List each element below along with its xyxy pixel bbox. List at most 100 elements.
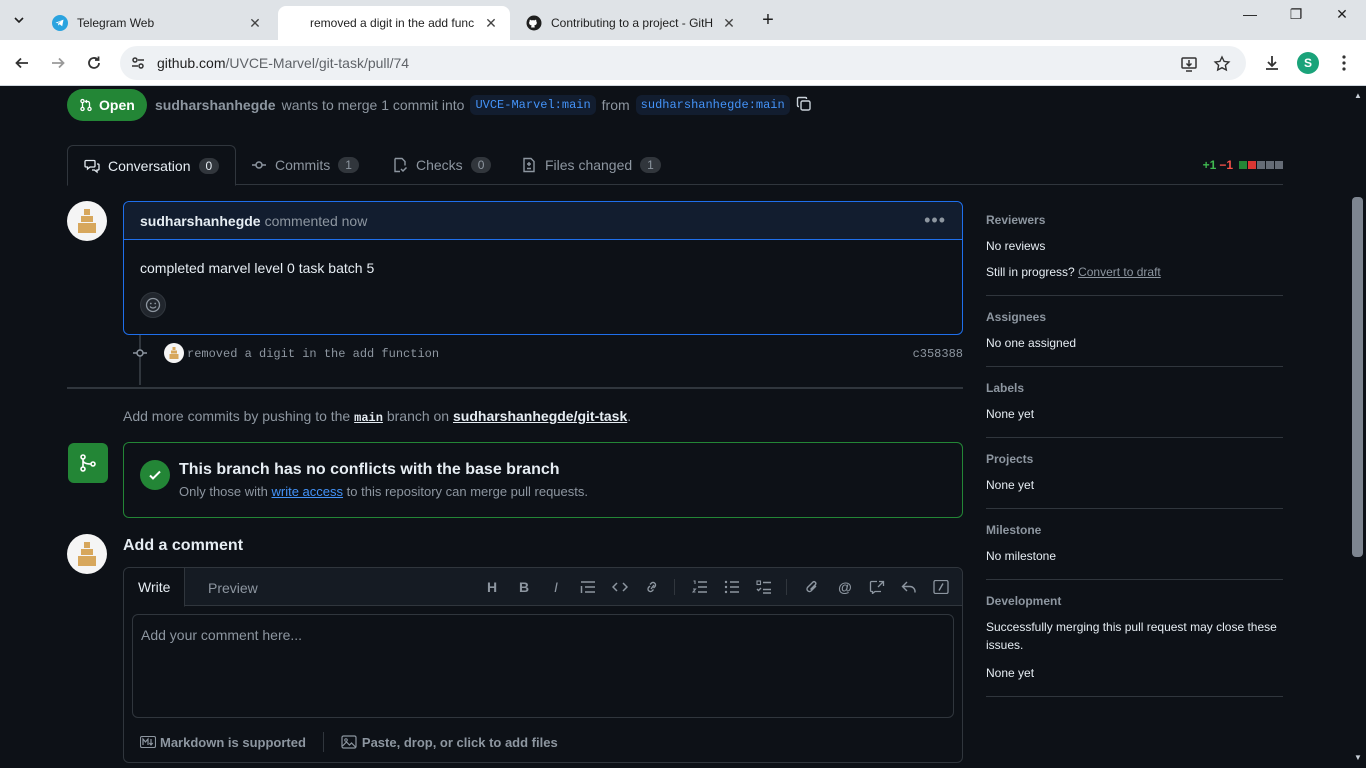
comment-textarea[interactable]: Add your comment here... <box>132 614 954 718</box>
base-branch[interactable]: UVCE-Marvel:main <box>470 95 596 115</box>
browser-tab-pr[interactable]: removed a digit in the add func ✕ <box>278 6 510 40</box>
commit-message-link[interactable]: removed a digit in the add function <box>187 347 439 361</box>
attach-files-button[interactable]: Paste, drop, or click to add files <box>362 735 558 750</box>
italic-icon[interactable]: I <box>546 578 566 596</box>
mention-icon[interactable]: @ <box>835 578 855 596</box>
tab-label: Files changed <box>545 157 633 173</box>
avatar[interactable] <box>67 534 107 574</box>
write-tab[interactable]: Write <box>124 568 186 607</box>
tab-files-changed[interactable]: Files changed 1 <box>505 145 677 185</box>
paperclip-icon[interactable] <box>803 578 823 596</box>
markdown-icon <box>140 736 156 748</box>
profile-avatar[interactable]: S <box>1297 52 1319 74</box>
tab-counter: 0 <box>470 157 492 173</box>
avatar[interactable] <box>164 343 184 363</box>
head-branch[interactable]: sudharshanhegde:main <box>635 95 790 115</box>
browser-tab-telegram[interactable]: Telegram Web ✕ <box>38 6 274 40</box>
preview-tab[interactable]: Preview <box>194 568 272 607</box>
pr-state-badge: Open <box>67 89 147 121</box>
bookmark-star-icon[interactable] <box>1212 54 1232 74</box>
assignees-heading[interactable]: Assignees <box>986 310 1283 324</box>
markdown-supported-link[interactable]: Markdown is supported <box>160 735 306 750</box>
add-comment-heading: Add a comment <box>123 537 244 554</box>
task-list-icon[interactable] <box>754 578 774 596</box>
downloads-icon[interactable] <box>1261 52 1283 74</box>
pr-sidebar: Reviewers No reviews Still in progress? … <box>986 213 1283 711</box>
comment-editor: Write Preview H B I @ Add your comment h… <box>123 567 963 763</box>
page-content: Open sudharshanhegde wants to merge 1 co… <box>0 87 1350 768</box>
forward-button[interactable] <box>47 52 69 74</box>
write-access-link[interactable]: write access <box>272 484 344 499</box>
draft-row: Still in progress? Convert to draft <box>986 263 1283 281</box>
image-icon <box>341 735 357 749</box>
quote-icon[interactable] <box>578 578 598 596</box>
restore-button[interactable]: ❐ <box>1286 6 1306 23</box>
sidebar-projects: Projects None yet <box>986 452 1283 509</box>
scroll-up-icon[interactable]: ▲ <box>1354 91 1362 100</box>
page-scrollbar[interactable]: ▲ ▼ <box>1350 87 1366 768</box>
code-icon[interactable] <box>610 578 630 596</box>
projects-heading[interactable]: Projects <box>986 452 1283 466</box>
ordered-list-icon[interactable] <box>690 578 710 596</box>
toolbar-divider <box>786 579 787 595</box>
diffstat-block <box>1266 161 1274 169</box>
checklist-icon <box>394 157 408 173</box>
window-close-button[interactable]: ✕ <box>1332 6 1352 23</box>
slash-command-icon[interactable] <box>931 578 951 596</box>
chevron-down-icon <box>14 17 24 23</box>
back-button[interactable] <box>11 52 33 74</box>
cross-reference-icon[interactable] <box>867 578 887 596</box>
reload-button[interactable] <box>83 52 105 74</box>
pr-meta: sudharshanhegde wants to merge 1 commit … <box>155 95 812 115</box>
link-icon[interactable] <box>642 578 662 596</box>
repo-link[interactable]: sudharshanhegde/git-task <box>453 408 627 424</box>
minimize-button[interactable]: — <box>1240 6 1260 22</box>
sidebar-labels: Labels None yet <box>986 381 1283 438</box>
unordered-list-icon[interactable] <box>722 578 742 596</box>
tab-checks[interactable]: Checks 0 <box>376 145 507 185</box>
pr-author-link[interactable]: sudharshanhegde <box>155 97 276 113</box>
labels-heading[interactable]: Labels <box>986 381 1283 395</box>
assignees-value: No one assigned <box>986 336 1077 350</box>
comment-author[interactable]: sudharshanhegde <box>140 213 261 229</box>
scroll-down-icon[interactable]: ▼ <box>1354 753 1362 762</box>
editor-footer: Markdown is supported Paste, drop, or cl… <box>140 732 558 752</box>
tab-conversation[interactable]: Conversation 0 <box>67 145 237 186</box>
milestone-heading[interactable]: Milestone <box>986 523 1283 537</box>
tab-commits[interactable]: Commits 1 <box>235 145 375 185</box>
identicon-icon <box>78 542 96 566</box>
development-heading[interactable]: Development <box>986 594 1283 608</box>
push-note-prefix: Add more commits by pushing to the <box>123 408 351 424</box>
bold-icon[interactable]: B <box>514 578 534 596</box>
comment-time[interactable]: commented now <box>265 213 368 229</box>
tab-title: Contributing to a project - GitH <box>551 16 714 30</box>
tab-search-button[interactable] <box>6 8 32 32</box>
scrollbar-thumb[interactable] <box>1352 197 1363 557</box>
reload-icon <box>88 56 100 69</box>
progress-question: Still in progress? <box>986 265 1075 279</box>
address-bar[interactable]: github.com/UVCE-Marvel/git-task/pull/74 <box>120 46 1246 80</box>
new-tab-button[interactable]: + <box>758 9 778 32</box>
add-reaction-button[interactable] <box>140 292 166 318</box>
install-app-icon[interactable] <box>1179 54 1199 74</box>
heading-icon[interactable]: H <box>482 578 502 596</box>
site-settings-icon[interactable] <box>129 54 147 72</box>
tab-counter: 1 <box>640 157 661 173</box>
reviewers-heading[interactable]: Reviewers <box>986 213 1283 227</box>
close-icon[interactable]: ✕ <box>246 15 264 32</box>
merge-sub-prefix: Only those with <box>179 484 268 499</box>
footer-divider <box>322 732 324 752</box>
kebab-horizontal-icon[interactable]: ••• <box>924 210 946 231</box>
copy-icon[interactable] <box>796 96 812 115</box>
convert-to-draft-link[interactable]: Convert to draft <box>1078 265 1161 279</box>
close-icon[interactable]: ✕ <box>720 15 738 32</box>
close-icon[interactable]: ✕ <box>482 15 500 32</box>
menu-kebab-icon[interactable] <box>1333 52 1355 74</box>
commit-sha-link[interactable]: c358388 <box>913 347 963 361</box>
check-circle-icon <box>140 460 170 490</box>
diffstat-block <box>1257 161 1265 169</box>
browser-tab-github[interactable]: Contributing to a project - GitH ✕ <box>512 6 748 40</box>
reply-icon[interactable] <box>899 578 919 596</box>
telegram-icon <box>52 15 68 31</box>
avatar[interactable] <box>67 201 107 241</box>
